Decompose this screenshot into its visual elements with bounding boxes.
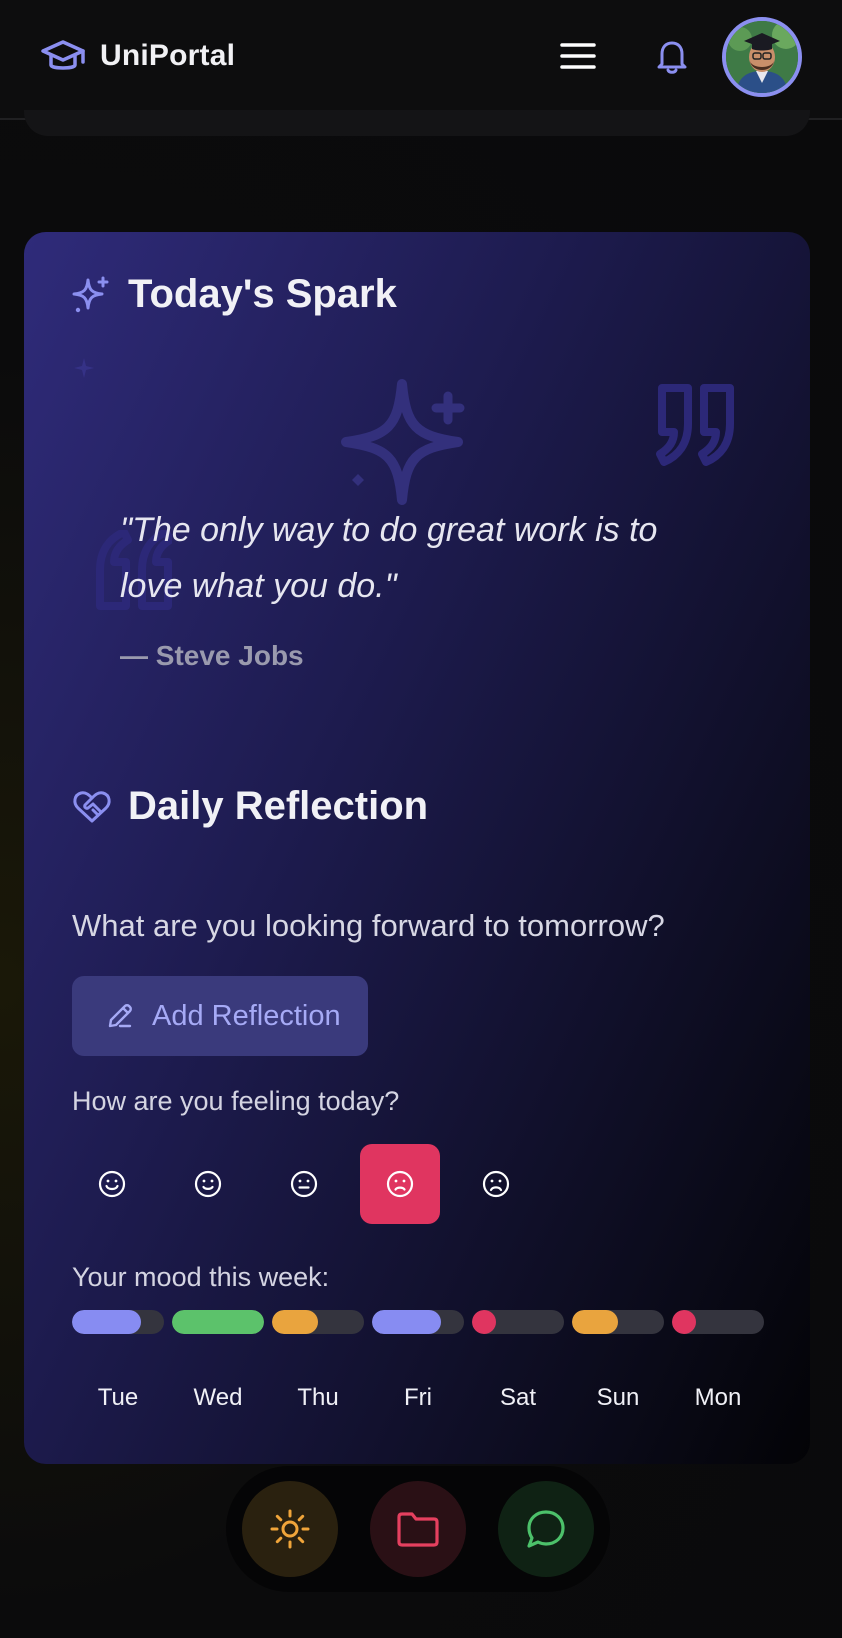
sparkles-icon	[72, 276, 109, 312]
mood-bar-wed	[172, 1310, 264, 1334]
spark-heading: Today's Spark	[72, 272, 397, 317]
day-label: Mon	[694, 1384, 742, 1411]
day-label: Fri	[404, 1384, 432, 1411]
bell-icon	[657, 41, 687, 74]
menu-button[interactable]	[558, 40, 598, 72]
reflection-title: Daily Reflection	[128, 784, 429, 828]
quote-text: "The only way to do great work is to lov…	[120, 511, 658, 605]
hamburger-menu-icon	[560, 43, 596, 69]
heart-handshake-icon	[73, 790, 111, 822]
mood-bar-sat	[472, 1310, 564, 1334]
very-sad-face-icon	[482, 1170, 510, 1198]
mood-bar-tue	[72, 1310, 164, 1334]
week-day-labels: Tue Wed Thu Fri Sat Sun Mon	[72, 1384, 764, 1412]
day-label: Sat	[499, 1384, 537, 1411]
mood-neutral-button[interactable]	[264, 1144, 344, 1224]
add-reflection-button[interactable]: Add Reflection	[72, 976, 368, 1056]
mood-sad-button[interactable]	[360, 1144, 440, 1224]
folder-icon	[397, 1512, 439, 1547]
day-label: Tue	[97, 1384, 139, 1411]
brand-name: UniPortal	[100, 39, 236, 72]
day-label: Sun	[596, 1384, 640, 1411]
mood-selector	[72, 1144, 536, 1224]
close-quote-decoration-icon	[656, 384, 734, 466]
reflection-question: What are you looking forward to tomorrow…	[72, 908, 665, 943]
user-avatar-illustration	[726, 21, 798, 93]
avatar[interactable]	[722, 17, 802, 97]
happy-face-icon	[194, 1170, 222, 1198]
pencil-icon	[108, 1004, 132, 1028]
mood-very-happy-button[interactable]	[72, 1144, 152, 1224]
reflection-heading: Daily Reflection	[72, 784, 428, 829]
quote-author: — Steve Jobs	[120, 640, 304, 671]
day-label: Wed	[193, 1384, 243, 1411]
week-mood-label: Your mood this week:	[72, 1262, 330, 1292]
bottom-dock	[226, 1466, 610, 1592]
chat-bubble-icon	[527, 1510, 565, 1548]
spark-title: Today's Spark	[128, 272, 397, 316]
mood-very-sad-button[interactable]	[456, 1144, 536, 1224]
mood-bar-sun	[572, 1310, 664, 1334]
day-label: Thu	[297, 1384, 339, 1411]
week-mood-bars	[72, 1310, 764, 1334]
neutral-face-icon	[290, 1170, 318, 1198]
graduation-cap-icon	[41, 40, 85, 70]
dock-chat-button[interactable]	[498, 1481, 594, 1577]
feeling-prompt: How are you feeling today?	[72, 1086, 400, 1116]
mood-happy-button[interactable]	[168, 1144, 248, 1224]
very-happy-face-icon	[98, 1170, 126, 1198]
brand[interactable]: UniPortal	[40, 36, 235, 76]
sparkle-decoration-icon	[74, 358, 94, 378]
sun-icon	[270, 1509, 310, 1549]
add-reflection-label: Add Reflection	[152, 999, 341, 1032]
mood-bar-fri	[372, 1310, 464, 1334]
top-bar: UniPortal	[0, 0, 842, 120]
dock-folder-button[interactable]	[370, 1481, 466, 1577]
mood-bar-thu	[272, 1310, 364, 1334]
dock-sun-button[interactable]	[242, 1481, 338, 1577]
mood-bar-mon	[672, 1310, 764, 1334]
notifications-button[interactable]	[652, 36, 692, 76]
sad-face-icon	[386, 1170, 414, 1198]
background-panel-edge	[24, 110, 810, 136]
spark-card: Today's Spark "The only way to do great …	[24, 232, 810, 1464]
